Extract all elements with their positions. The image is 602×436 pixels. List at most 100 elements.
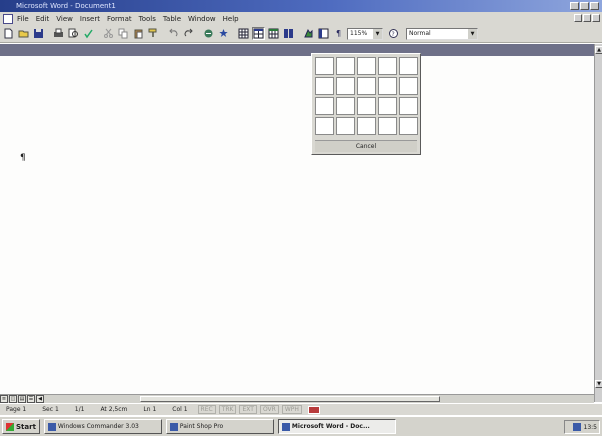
outline-view-icon[interactable]: ☰ (27, 395, 35, 403)
insert-hyperlink-icon[interactable] (202, 27, 215, 40)
task-paint-shop-pro[interactable]: Paint Shop Pro (165, 419, 274, 434)
doc-minimize-button[interactable] (574, 14, 582, 22)
minimize-button[interactable] (570, 2, 579, 10)
status-at: At 2,5cm (100, 406, 128, 413)
zoom-select[interactable]: 115% ▼ (347, 27, 383, 40)
print-icon[interactable] (52, 27, 65, 40)
columns-icon[interactable] (282, 27, 295, 40)
open-folder-icon[interactable] (17, 27, 30, 40)
title-bar: Microsoft Word - Document1 (0, 0, 602, 12)
scroll-left-icon[interactable]: ◀ (36, 395, 44, 403)
insert-table-icon[interactable] (252, 27, 265, 40)
chevron-down-icon[interactable]: ▼ (373, 28, 382, 39)
print-layout-view-icon[interactable]: ▤ (18, 395, 26, 403)
mode-ext[interactable]: EXT (239, 405, 257, 414)
mode-trk[interactable]: TRK (218, 405, 237, 414)
tables-and-borders-icon[interactable] (237, 27, 250, 40)
standard-toolbar: ¶ 115% ▼ ? Normal ▼ (0, 25, 602, 43)
grid-cell[interactable] (315, 57, 334, 75)
save-icon[interactable] (32, 27, 45, 40)
office-assistant-icon[interactable]: ? (387, 27, 400, 40)
insert-excel-worksheet-icon[interactable] (267, 27, 280, 40)
document-icon[interactable] (3, 13, 13, 24)
menu-insert[interactable]: Insert (80, 15, 100, 23)
menu-format[interactable]: Format (107, 15, 132, 23)
print-preview-icon[interactable] (67, 27, 80, 40)
document-map-icon[interactable] (317, 27, 330, 40)
horizontal-scrollbar[interactable]: ≡ ◫ ▤ ☰ ◀ (0, 394, 594, 403)
grid-cell[interactable] (357, 57, 376, 75)
grid-cell[interactable] (399, 97, 418, 115)
mode-rec[interactable]: REC (197, 405, 216, 414)
redo-icon[interactable] (182, 27, 195, 40)
doc-close-button[interactable] (592, 14, 600, 22)
close-button[interactable] (590, 2, 599, 10)
scroll-down-icon[interactable]: ▼ (595, 380, 602, 388)
grid-cell[interactable] (357, 117, 376, 135)
document-window-controls (574, 14, 600, 22)
show-hide-paragraph-icon[interactable]: ¶ (332, 27, 345, 40)
format-painter-icon[interactable] (147, 27, 160, 40)
start-label: Start (16, 422, 36, 431)
cancel-button[interactable]: Cancel (315, 140, 417, 152)
menu-window[interactable]: Window (188, 15, 216, 23)
grid-cell[interactable] (378, 77, 397, 95)
grid-cell[interactable] (378, 57, 397, 75)
grid-cell[interactable] (399, 117, 418, 135)
status-pages: 1/1 (74, 406, 85, 413)
cut-icon[interactable] (102, 27, 115, 40)
web-layout-view-icon[interactable]: ◫ (9, 395, 17, 403)
vertical-scrollbar[interactable]: ▲ ▼ (594, 44, 602, 402)
menu-table[interactable]: Table (163, 15, 181, 23)
taskbar: Start Windows Commander 3.03 Paint Shop … (0, 416, 602, 436)
tray-icon[interactable] (572, 423, 581, 431)
status-col: Col 1 (172, 406, 188, 413)
grid-cell[interactable] (315, 77, 334, 95)
paste-icon[interactable] (132, 27, 145, 40)
svg-text:?: ? (392, 31, 395, 38)
new-document-icon[interactable] (2, 27, 15, 40)
grid-cell[interactable] (399, 77, 418, 95)
normal-view-icon[interactable]: ≡ (0, 395, 8, 403)
grid-cell[interactable] (315, 97, 334, 115)
grid-cell[interactable] (336, 117, 355, 135)
grid-cell[interactable] (336, 57, 355, 75)
status-bar: Page 1 Sec 1 1/1 At 2,5cm Ln 1 Col 1 REC… (0, 403, 602, 415)
insert-table-grid[interactable]: Cancel (311, 53, 421, 155)
start-button[interactable]: Start (2, 419, 40, 434)
task-microsoft-word[interactable]: Microsoft Word - Doc... (277, 419, 396, 434)
task-windows-commander[interactable]: Windows Commander 3.03 (43, 419, 162, 434)
status-page: Page 1 (6, 406, 27, 413)
chevron-down-icon[interactable]: ▼ (468, 28, 477, 39)
drawing-icon[interactable] (302, 27, 315, 40)
scroll-thumb[interactable] (140, 396, 440, 402)
grid-cell[interactable] (336, 97, 355, 115)
grid-cell[interactable] (378, 97, 397, 115)
grid-cell[interactable] (357, 97, 376, 115)
mode-ovr[interactable]: OVR (259, 405, 279, 414)
grid-cell[interactable] (399, 57, 418, 75)
document-page[interactable]: ¶ (0, 56, 594, 394)
menu-bar: File Edit View Insert Format Tools Table… (0, 12, 602, 25)
copy-icon[interactable] (117, 27, 130, 40)
menu-file[interactable]: File (17, 15, 29, 23)
spelling-status-icon[interactable] (307, 405, 320, 414)
scroll-up-icon[interactable]: ▲ (595, 46, 602, 54)
grid-cell[interactable] (357, 77, 376, 95)
menu-help[interactable]: Help (223, 15, 239, 23)
tray-clock: 13:5 (583, 423, 597, 431)
web-toolbar-icon[interactable] (217, 27, 230, 40)
ruler-bar (0, 44, 594, 56)
maximize-button[interactable] (580, 2, 589, 10)
menu-tools[interactable]: Tools (139, 15, 156, 23)
menu-edit[interactable]: Edit (36, 15, 50, 23)
menu-view[interactable]: View (56, 15, 73, 23)
grid-cell[interactable] (315, 117, 334, 135)
mode-wph[interactable]: WPH (281, 405, 302, 414)
doc-restore-button[interactable] (583, 14, 591, 22)
style-select[interactable]: Normal ▼ (406, 27, 478, 40)
grid-cell[interactable] (378, 117, 397, 135)
grid-cell[interactable] (336, 77, 355, 95)
spelling-icon[interactable] (82, 27, 95, 40)
undo-icon[interactable] (167, 27, 180, 40)
